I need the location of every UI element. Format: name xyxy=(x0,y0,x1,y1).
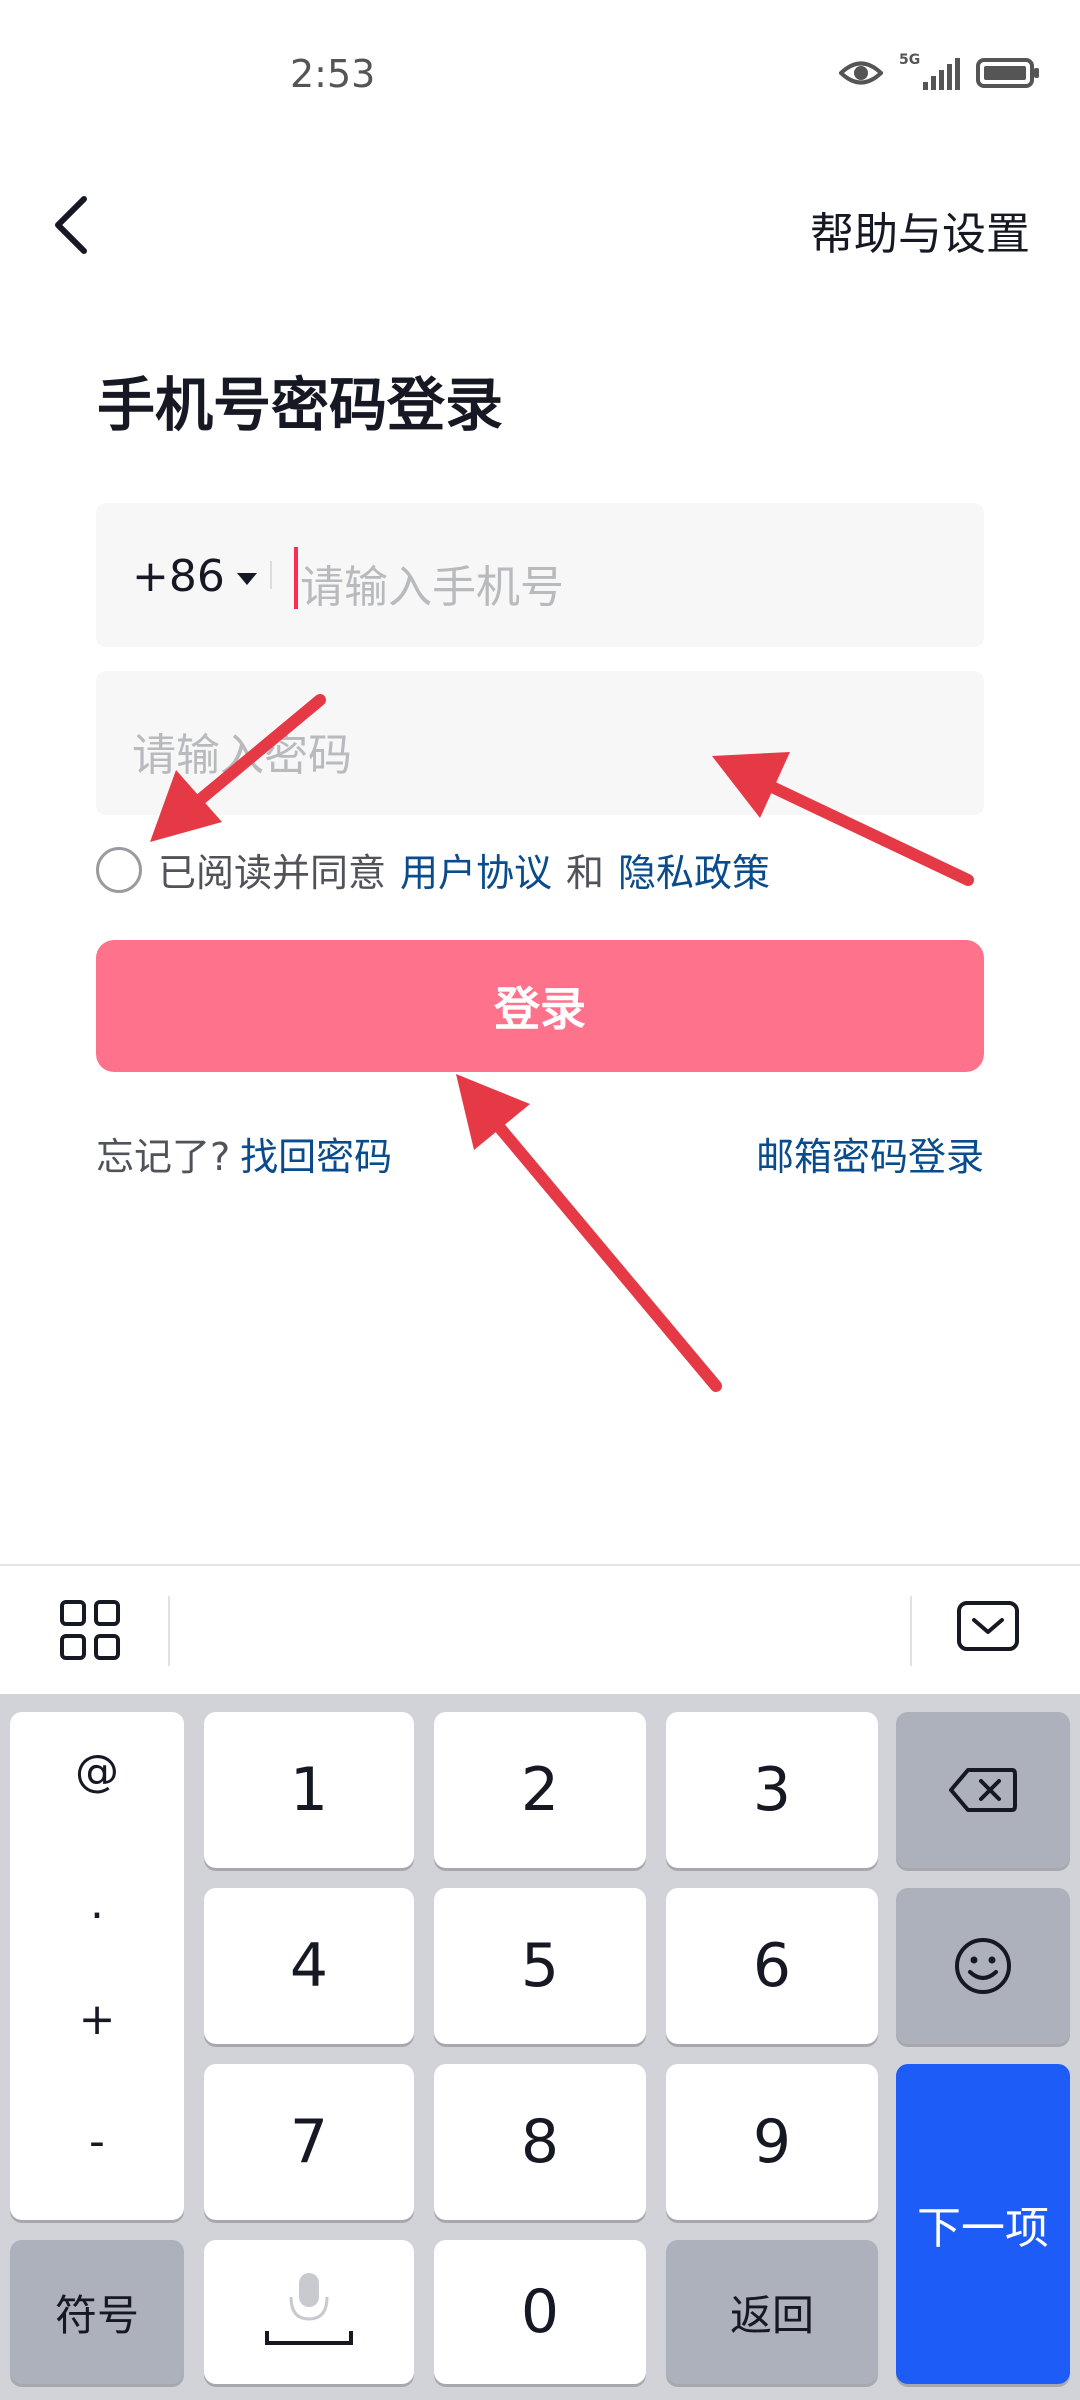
agreement-checkbox[interactable] xyxy=(96,846,142,893)
key-6[interactable]: 6 xyxy=(666,1888,878,2044)
country-code: +86 xyxy=(132,551,225,602)
emoji-key[interactable] xyxy=(896,1888,1070,2044)
back-button[interactable] xyxy=(40,190,100,260)
divider xyxy=(270,561,272,589)
key-1[interactable]: 1 xyxy=(204,1712,414,1868)
page-title: 手机号密码登录 xyxy=(97,371,504,439)
phone-field[interactable]: +86 请输入手机号 xyxy=(96,503,984,647)
toolbar-divider xyxy=(910,1596,912,1666)
space-key[interactable] xyxy=(204,2240,414,2384)
key-2[interactable]: 2 xyxy=(434,1712,646,1868)
keyboard-hide-icon[interactable] xyxy=(956,1600,1020,1652)
text-cursor xyxy=(294,547,298,609)
help-settings-link[interactable]: 帮助与设置 xyxy=(810,198,1030,262)
agreement-prefix: 已阅读并同意 xyxy=(158,851,387,895)
privacy-policy-link[interactable]: 隐私政策 xyxy=(618,842,770,897)
key-3[interactable]: 3 xyxy=(666,1712,878,1868)
key-7[interactable]: 7 xyxy=(204,2064,414,2220)
key-plus[interactable]: + xyxy=(10,1994,184,2045)
password-input-placeholder: 请输入密码 xyxy=(132,730,352,781)
login-page: 2:53 5G 帮助与设置 手机号密码登录 +86 请输入手机号 请输入密码 已… xyxy=(0,0,1080,2400)
backspace-icon xyxy=(949,1768,1017,1812)
return-key[interactable]: 返回 xyxy=(666,2240,878,2384)
battery-icon xyxy=(976,58,1039,88)
recover-password-link[interactable]: 找回密码 xyxy=(240,1135,392,1179)
space-icon xyxy=(265,2331,353,2345)
grid-icon[interactable] xyxy=(56,1596,124,1664)
toolbar-divider xyxy=(168,1596,170,1666)
chevron-left-icon xyxy=(55,196,87,254)
status-time: 2:53 xyxy=(290,52,376,96)
login-button[interactable]: 登录 xyxy=(96,940,984,1072)
key-8[interactable]: 8 xyxy=(434,2064,646,2220)
network-label: 5G xyxy=(899,52,921,68)
country-code-selector[interactable]: +86 xyxy=(132,551,257,602)
numeric-keyboard: @ . + - 1 2 3 4 5 6 7 8 9 下一项 符号 0 返回 xyxy=(0,1694,1080,2400)
backspace-key[interactable] xyxy=(896,1712,1070,1868)
user-agreement-link[interactable]: 用户协议 xyxy=(400,842,552,897)
key-9[interactable]: 9 xyxy=(666,2064,878,2220)
caret-down-icon xyxy=(236,572,257,585)
key-5[interactable]: 5 xyxy=(434,1888,646,2044)
keyboard-toolbar xyxy=(0,1564,1080,1694)
forgot-password-row: 忘记了? 找回密码 xyxy=(96,1126,392,1181)
key-at[interactable]: @ xyxy=(10,1746,184,1797)
agreement-and: 和 xyxy=(566,851,605,895)
key-0[interactable]: 0 xyxy=(434,2240,646,2384)
status-icons: 5G xyxy=(839,52,1040,90)
forgot-prefix: 忘记了? xyxy=(96,1135,231,1179)
password-field[interactable]: 请输入密码 xyxy=(96,671,984,815)
symbols-key[interactable]: 符号 xyxy=(10,2240,184,2384)
key-dot[interactable]: . xyxy=(10,1878,184,1929)
agreement-row: 已阅读并同意 用户协议 和 隐私政策 xyxy=(96,842,784,897)
next-key[interactable]: 下一项 xyxy=(896,2064,1070,2384)
key-4[interactable]: 4 xyxy=(204,1888,414,2044)
microphone-icon xyxy=(265,2273,353,2345)
symbol-column-key[interactable]: @ . + - xyxy=(10,1712,184,2220)
eye-icon xyxy=(839,61,883,85)
arrow-to-login xyxy=(456,1074,722,1392)
email-password-login-link[interactable]: 邮箱密码登录 xyxy=(756,1126,984,1181)
key-minus[interactable]: - xyxy=(10,2116,184,2167)
phone-input-placeholder: 请输入手机号 xyxy=(300,562,564,613)
signal-icon: 5G xyxy=(899,52,960,90)
emoji-icon xyxy=(955,1938,1011,1994)
